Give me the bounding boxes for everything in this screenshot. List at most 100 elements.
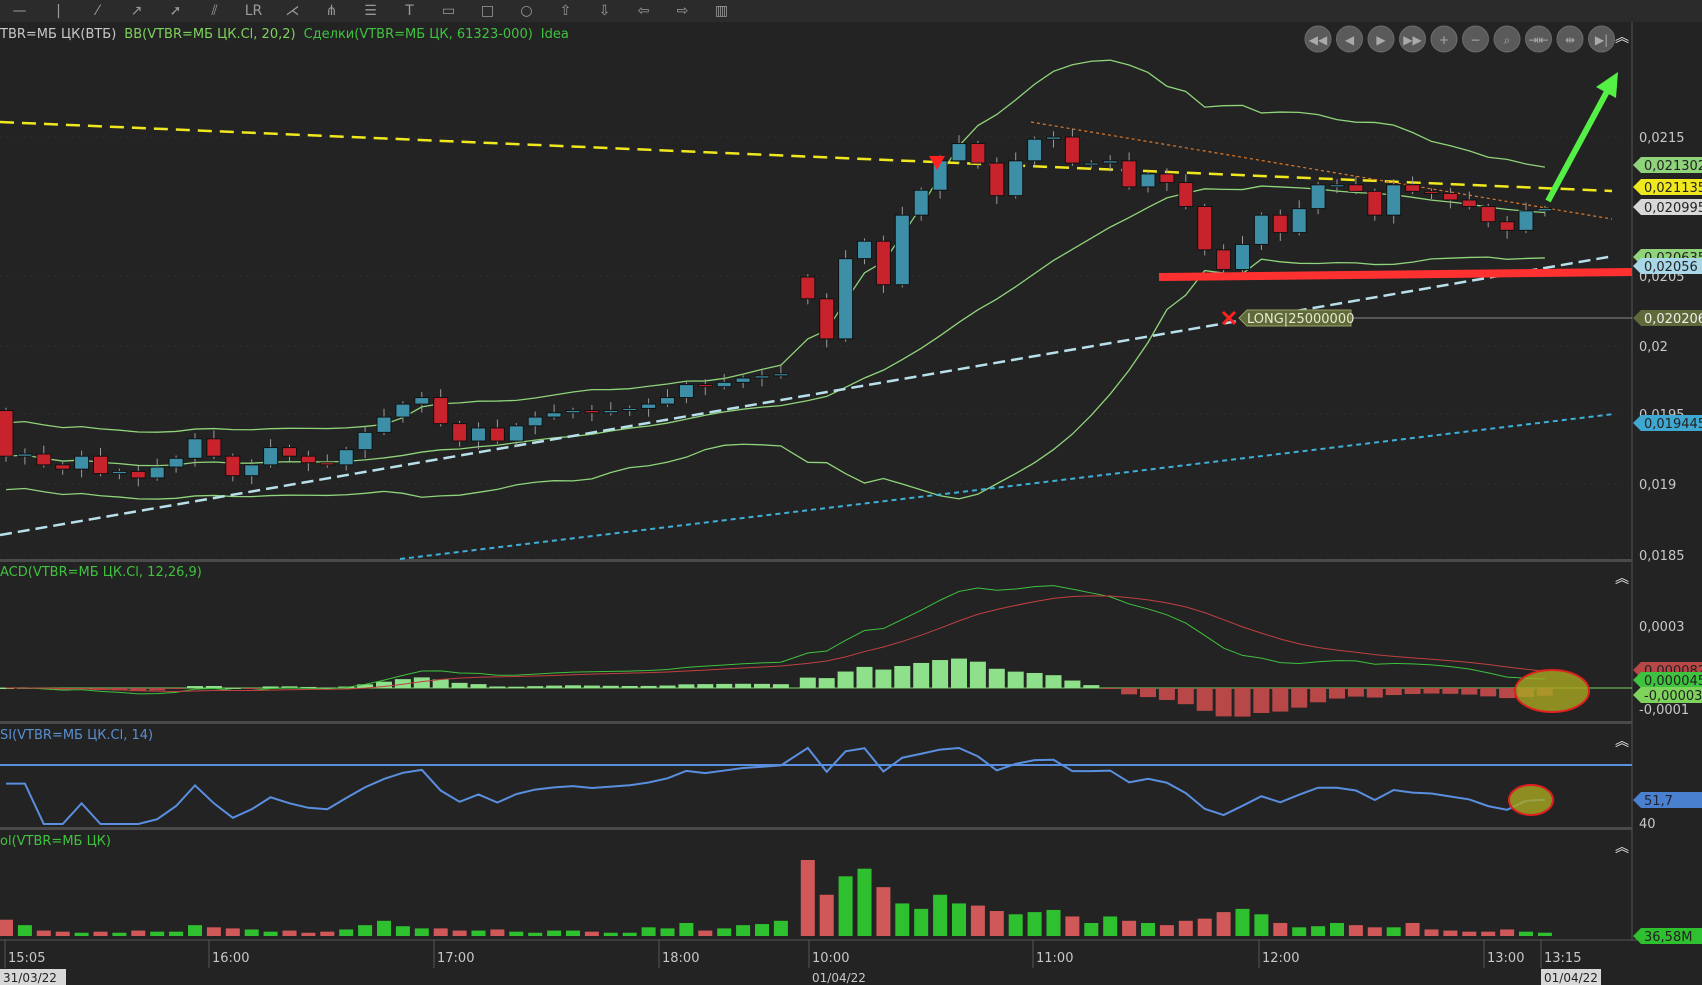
candle-down[interactable] <box>0 410 14 457</box>
candle-up[interactable] <box>357 431 373 451</box>
candle-up[interactable] <box>1102 160 1118 164</box>
scroll-end-button[interactable]: ▶▶ <box>1399 25 1426 53</box>
scroll-left-button[interactable]: ◀ <box>1336 25 1363 53</box>
candle-down[interactable] <box>584 410 600 414</box>
candle-down[interactable] <box>697 384 713 388</box>
candle-up[interactable] <box>1046 136 1061 140</box>
candle-up[interactable] <box>187 438 203 459</box>
candle-down[interactable] <box>225 455 241 477</box>
candle-down[interactable] <box>433 397 449 425</box>
candle-up[interactable] <box>1386 184 1402 216</box>
candle-down[interactable] <box>1367 190 1383 216</box>
arrow-up-icon[interactable]: ⇧ <box>546 1 585 21</box>
candle-up[interactable] <box>1537 208 1553 212</box>
candle-up[interactable] <box>1027 138 1043 162</box>
candle-down[interactable] <box>282 447 297 457</box>
candle-down[interactable] <box>1121 160 1137 188</box>
candle-up[interactable] <box>111 470 127 475</box>
candle-down[interactable] <box>819 298 835 340</box>
scroll-start-button[interactable]: ◀◀ <box>1304 25 1332 53</box>
candle-up[interactable] <box>1253 214 1269 245</box>
delete-icon[interactable]: ▥ <box>702 1 741 21</box>
candle-up[interactable] <box>838 258 854 340</box>
candle-down[interactable] <box>130 470 146 479</box>
candle-down[interactable] <box>875 240 891 286</box>
candle-down[interactable] <box>452 423 468 442</box>
candle-up[interactable] <box>527 416 543 427</box>
candle-up[interactable] <box>395 403 411 418</box>
regression-channel-icon[interactable]: LR <box>234 1 273 21</box>
candle-down[interactable] <box>1178 182 1194 208</box>
candle-up[interactable] <box>508 425 524 442</box>
collapse-main-icon[interactable]: ︽ <box>1615 30 1629 46</box>
arrow-line-icon[interactable]: ➚ <box>156 1 195 21</box>
candle-up[interactable] <box>1310 184 1326 210</box>
candle-up[interactable] <box>1140 173 1156 188</box>
candle-down[interactable] <box>319 462 335 466</box>
collapse-macd-icon[interactable]: ︽ <box>1615 571 1629 587</box>
panel-splitter[interactable] <box>0 721 1632 724</box>
candle-down[interactable] <box>1424 190 1439 194</box>
candle-up[interactable] <box>168 457 184 468</box>
candle-up[interactable] <box>735 377 751 383</box>
scroll-right-button[interactable]: ▶ <box>1367 25 1395 53</box>
candle-down[interactable] <box>1348 184 1364 192</box>
compress-button[interactable]: ⇥⇤ <box>1525 25 1552 53</box>
arrow-down-icon[interactable]: ⇩ <box>585 1 624 21</box>
candle-up[interactable] <box>622 407 638 412</box>
panel-splitter[interactable] <box>0 559 1632 562</box>
candle-up[interactable] <box>1083 162 1099 166</box>
candle-down[interactable] <box>1480 206 1496 223</box>
candle-up[interactable] <box>857 240 872 260</box>
text-icon[interactable]: T <box>390 1 429 21</box>
candle-up[interactable] <box>376 416 392 433</box>
candle-up[interactable] <box>913 189 929 216</box>
ellipse-icon[interactable]: ○ <box>507 1 546 21</box>
zoom-in-button[interactable]: + <box>1430 25 1458 53</box>
candle-up[interactable] <box>471 427 486 442</box>
candle-up[interactable] <box>716 381 732 388</box>
zoom-out-button[interactable]: − <box>1462 25 1489 53</box>
vertical-line-icon[interactable]: | <box>39 1 78 21</box>
label-icon[interactable]: ▭ <box>429 1 468 21</box>
candle-down[interactable] <box>1499 221 1515 231</box>
rsi-highlight-ellipse[interactable] <box>1508 784 1554 816</box>
candle-down[interactable] <box>1461 199 1477 208</box>
candle-up[interactable] <box>773 373 789 377</box>
collapse-volume-icon[interactable]: ︽ <box>1615 840 1629 856</box>
candle-up[interactable] <box>1329 184 1345 188</box>
candle-down[interactable] <box>1216 249 1232 271</box>
candle-down[interactable] <box>970 143 986 164</box>
candle-up[interactable] <box>17 453 33 457</box>
macd-highlight-ellipse[interactable] <box>1514 669 1590 713</box>
candle-up[interactable] <box>678 384 694 399</box>
panel-splitter[interactable] <box>0 827 1632 830</box>
candle-up[interactable] <box>414 397 430 405</box>
candle-up[interactable] <box>1235 243 1250 271</box>
candle-up[interactable] <box>641 403 657 409</box>
horizontal-line-icon[interactable]: — <box>0 1 39 21</box>
candle-up[interactable] <box>951 143 967 162</box>
candle-up[interactable] <box>149 466 165 479</box>
fan-icon[interactable]: ⋌ <box>273 1 312 21</box>
segment-icon[interactable]: ⁄ <box>78 1 117 21</box>
candle-up[interactable] <box>894 214 910 286</box>
candle-up[interactable] <box>338 449 354 466</box>
candle-up[interactable] <box>603 410 619 414</box>
red-support-level[interactable] <box>1158 268 1633 281</box>
collapse-rsi-icon[interactable]: ︽ <box>1615 734 1629 750</box>
candle-down[interactable] <box>36 453 52 466</box>
candle-up[interactable] <box>660 397 675 405</box>
candle-down[interactable] <box>55 464 71 470</box>
rectangle-icon[interactable]: □ <box>468 1 507 21</box>
candle-up[interactable] <box>565 410 581 414</box>
ray-icon[interactable]: ↗ <box>117 1 156 21</box>
parallel-channel-icon[interactable]: ⫽ <box>195 1 234 21</box>
candle-up[interactable] <box>546 412 562 418</box>
candle-up[interactable] <box>1291 208 1307 234</box>
pitchfork-icon[interactable]: ⋔ <box>312 1 351 21</box>
zoom-fit-button[interactable]: ⌕ <box>1493 25 1521 53</box>
candle-down[interactable] <box>1197 206 1213 251</box>
time-axis[interactable]: 15:05 16:00 17:00 18:00 10:00 11:00 12:00 13:00… <box>0 940 1601 985</box>
candle-down[interactable] <box>989 162 1005 197</box>
